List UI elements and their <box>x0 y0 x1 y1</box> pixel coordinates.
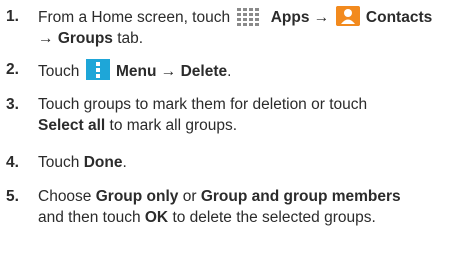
step-text-segment: Touch <box>38 154 80 171</box>
arrow: → <box>38 30 54 47</box>
step-text-segment: Touch <box>38 63 80 80</box>
arrow: → <box>313 9 330 26</box>
step-text-segment: and then touch <box>38 209 141 226</box>
step-number: 1. <box>6 8 19 25</box>
step-number: 5. <box>6 188 19 205</box>
step-line: → Groups tab. <box>38 28 462 49</box>
step-text-segment: . <box>122 154 127 171</box>
ok-label: OK <box>144 209 169 226</box>
step-text: Choose Group only or Group and group mem… <box>38 186 462 228</box>
step-number: 4. <box>6 154 19 171</box>
step-line: and then touch OK to delete the selected… <box>38 207 462 228</box>
step-number: 2. <box>6 61 19 78</box>
group-and-members-label: Group and group members <box>200 188 401 205</box>
step-number: 3. <box>6 96 19 113</box>
step-text-segment: to delete the selected groups. <box>172 209 376 226</box>
delete-label: Delete <box>180 63 228 80</box>
step-text-segment: . <box>227 63 232 80</box>
step-text: Touch Menu → Delete. <box>38 59 462 82</box>
arrow: → <box>160 63 177 80</box>
apps-label: Apps <box>270 9 310 26</box>
step-line: Select all to mark all groups. <box>38 115 462 136</box>
step-text-segment: or <box>182 188 197 205</box>
step-line: From a Home screen, touch Apps → Contact… <box>38 6 462 28</box>
vertical-dots-menu-icon <box>85 59 110 80</box>
group-only-label: Group only <box>95 188 179 205</box>
step-text-segment: Choose <box>38 188 92 205</box>
step-text-segment: Touch groups to mark them for deletion o… <box>38 96 368 113</box>
menu-label: Menu <box>116 63 157 80</box>
step-text: From a Home screen, touch Apps → Contact… <box>38 6 462 49</box>
done-label: Done <box>83 154 123 171</box>
contacts-label: Contacts <box>365 9 433 26</box>
step-line: Touch groups to mark them for deletion o… <box>38 94 462 115</box>
step-text-segment: tab. <box>117 30 144 47</box>
step-line: Choose Group only or Group and group mem… <box>38 186 462 207</box>
apps-grid-icon <box>237 8 260 26</box>
step-text-segment: From a Home screen, touch <box>38 9 231 26</box>
step-text: Touch Done. <box>38 152 462 173</box>
step-text: Touch groups to mark them for deletion o… <box>38 94 462 136</box>
groups-tab-label: Groups <box>57 30 113 47</box>
contacts-person-icon <box>335 6 360 26</box>
select-all-label: Select all <box>38 117 106 134</box>
step-text-segment: to mark all groups. <box>109 117 238 134</box>
